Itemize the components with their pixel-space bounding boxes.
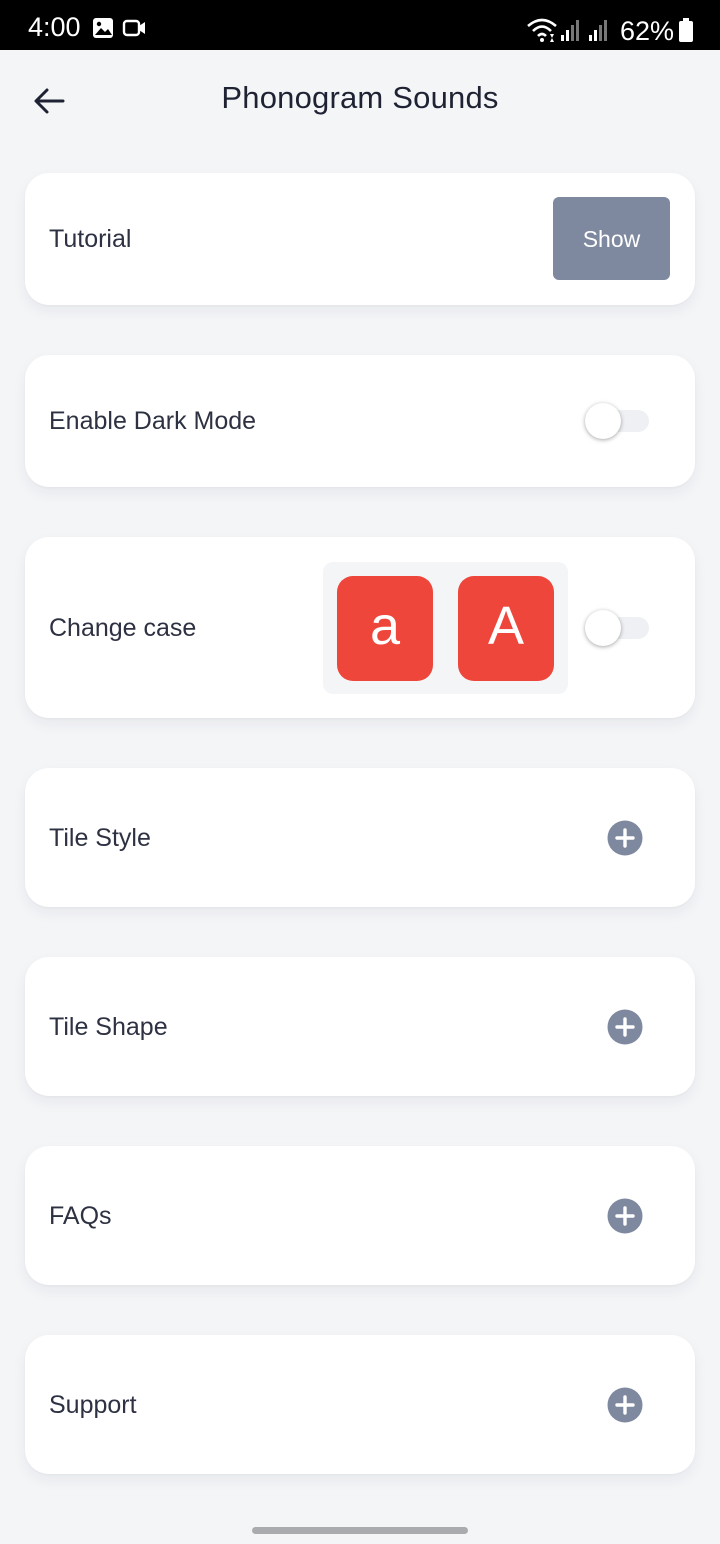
toggle-knob — [585, 403, 621, 439]
signal-icon — [561, 20, 579, 41]
page-title: Phonogram Sounds — [221, 80, 499, 115]
tile-style-card[interactable]: Tile Style — [25, 768, 695, 907]
home-indicator[interactable] — [252, 1527, 468, 1534]
support-card[interactable]: Support — [25, 1335, 695, 1474]
plus-circle-icon[interactable] — [607, 820, 643, 856]
tile-shape-label: Tile Shape — [49, 1012, 168, 1041]
dark-mode-label: Enable Dark Mode — [49, 407, 257, 435]
plus-circle-icon[interactable] — [607, 1009, 643, 1045]
app-bar: Phonogram Sounds — [0, 50, 720, 150]
case-preview: a A — [323, 562, 568, 694]
show-tutorial-button[interactable]: Show — [553, 197, 670, 280]
plus-circle-icon[interactable] — [607, 1198, 643, 1234]
video-camera-icon — [122, 19, 145, 37]
battery-percentage: 62% — [620, 16, 675, 46]
signal-icon — [589, 20, 607, 41]
wifi-icon — [527, 18, 557, 42]
dark-mode-toggle[interactable] — [585, 403, 649, 439]
toggle-knob — [585, 610, 621, 646]
faqs-card[interactable]: FAQs — [25, 1146, 695, 1285]
tutorial-label: Tutorial — [49, 225, 132, 253]
dark-mode-card: Enable Dark Mode — [25, 355, 695, 487]
support-label: Support — [49, 1390, 137, 1419]
faqs-label: FAQs — [49, 1201, 112, 1230]
tile-style-label: Tile Style — [49, 823, 151, 852]
lowercase-tile[interactable]: a — [337, 576, 433, 681]
change-case-card: Change case a A — [25, 537, 695, 718]
change-case-toggle[interactable] — [585, 610, 649, 646]
status-time: 4:00 — [28, 12, 81, 42]
tutorial-card: Tutorial Show — [25, 173, 695, 305]
tile-shape-card[interactable]: Tile Shape — [25, 957, 695, 1096]
gallery-icon — [93, 18, 113, 38]
change-case-label: Change case — [49, 613, 197, 642]
uppercase-tile[interactable]: A — [458, 576, 554, 681]
plus-circle-icon[interactable] — [607, 1387, 643, 1423]
status-bar: 4:00 62% — [0, 0, 720, 50]
battery-icon — [679, 18, 693, 42]
